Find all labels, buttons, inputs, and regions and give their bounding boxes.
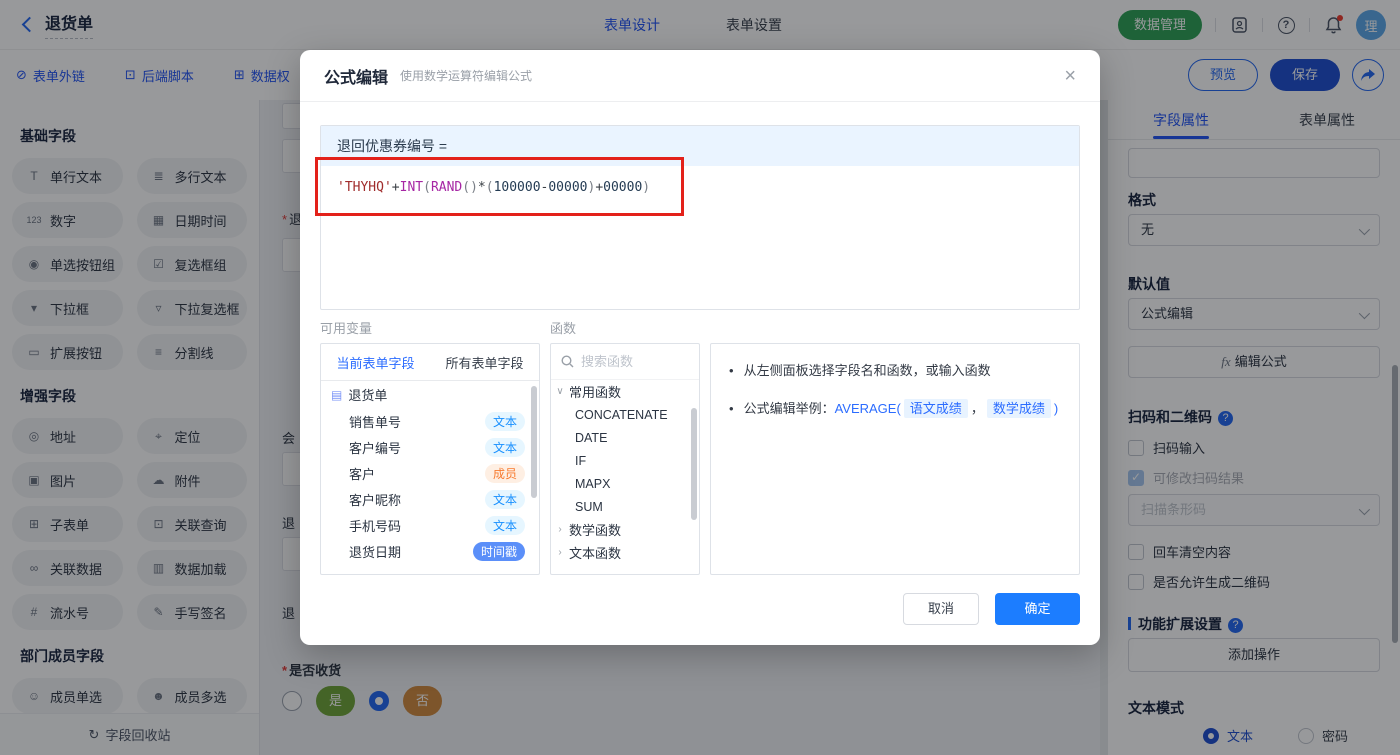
variable-row[interactable]: 手机号码 文本 xyxy=(321,512,539,538)
functions-scrollbar-thumb[interactable] xyxy=(691,408,697,520)
function-item[interactable]: CONCATENATE xyxy=(551,403,699,426)
function-item[interactable]: DATE xyxy=(551,426,699,449)
variables-panel: 当前表单字段 所有表单字段 ▤ 退货单 销售单号 文本 客户编号 文本 客户 成员 客… xyxy=(320,343,540,575)
function-item[interactable]: MAPX xyxy=(551,472,699,495)
caret-right-icon: › xyxy=(558,524,562,535)
modal-footer: 取消 确定 xyxy=(903,593,1080,625)
type-badge: 成员 xyxy=(484,463,525,483)
modal-header: 公式编辑 使用数学运算符编辑公式 × xyxy=(300,50,1100,102)
formula-help-panel: 从左侧面板选择字段名和函数，或输入函数 公式编辑举例：AVERAGE(语文成绩，… xyxy=(710,343,1080,575)
type-badge: 文本 xyxy=(484,411,525,431)
function-group-math[interactable]: › 数学函数 xyxy=(551,518,699,541)
function-search xyxy=(551,344,699,380)
variables-tabs: 当前表单字段 所有表单字段 xyxy=(321,344,539,381)
function-item[interactable]: IF xyxy=(551,449,699,472)
confirm-button[interactable]: 确定 xyxy=(995,593,1080,625)
close-icon[interactable]: × xyxy=(1064,66,1076,86)
document-icon: ▤ xyxy=(331,387,343,402)
function-search-input[interactable] xyxy=(581,354,681,369)
type-badge: 文本 xyxy=(484,515,525,535)
caret-down-icon: ∨ xyxy=(556,386,564,397)
functions-section-label: 函数 xyxy=(550,321,577,336)
formula-editor-box: 退回优惠券编号 = 'THYHQ'+INT(RAND()*(100000-000… xyxy=(320,125,1080,310)
variables-scrollbar-thumb[interactable] xyxy=(531,386,537,498)
modal-subtitle: 使用数学运算符编辑公式 xyxy=(400,69,533,83)
tab-all-form-fields[interactable]: 所有表单字段 xyxy=(430,353,539,372)
variables-tree-root[interactable]: ▤ 退货单 xyxy=(321,381,539,408)
variable-row[interactable]: 客户 成员 xyxy=(321,460,539,486)
example-field-pill: 语文成绩 xyxy=(903,399,968,418)
type-badge: 文本 xyxy=(484,489,525,509)
tab-current-form-fields[interactable]: 当前表单字段 xyxy=(321,353,430,372)
function-group-common[interactable]: ∨ 常用函数 xyxy=(551,380,699,403)
variable-row[interactable]: 客户编号 文本 xyxy=(321,434,539,460)
search-icon xyxy=(561,355,574,368)
function-item[interactable]: SUM xyxy=(551,495,699,518)
type-badge: 时间戳 xyxy=(472,541,525,561)
help-line-1: 从左侧面板选择字段名和函数，或输入函数 xyxy=(729,360,1061,382)
variables-section-label: 可用变量 xyxy=(320,321,373,336)
variable-row[interactable]: 客户昵称 文本 xyxy=(321,486,539,512)
modal-title: 公式编辑 xyxy=(324,69,389,87)
variable-row[interactable]: 退货日期 时间戳 xyxy=(321,538,539,564)
formula-target-label: 退回优惠券编号 = xyxy=(321,126,1079,166)
caret-right-icon: › xyxy=(558,547,562,558)
function-group-text[interactable]: › 文本函数 xyxy=(551,541,699,564)
functions-panel: ∨常用函数 CONCATENATE DATE IF MAPX SUM ›数学函数… xyxy=(550,343,700,575)
formula-edit-modal: 公式编辑 使用数学运算符编辑公式 × 退回优惠券编号 = 'THYHQ'+INT… xyxy=(300,50,1100,645)
type-badge: 文本 xyxy=(484,437,525,457)
help-line-2: 公式编辑举例：AVERAGE(语文成绩，数学成绩) xyxy=(729,398,1061,420)
formula-input-area[interactable]: 'THYHQ'+INT(RAND()*(100000-00000)+00000) xyxy=(321,166,1079,209)
variable-row[interactable]: 销售单号 文本 xyxy=(321,408,539,434)
example-field-pill: 数学成绩 xyxy=(986,399,1051,418)
form-designer-app: 退货单 表单设计 表单设置 数据管理 ? 理 ⊘ 表单外链 ⊡ 后端脚本 ⊞ 数… xyxy=(0,0,1400,755)
cancel-button[interactable]: 取消 xyxy=(903,593,979,625)
